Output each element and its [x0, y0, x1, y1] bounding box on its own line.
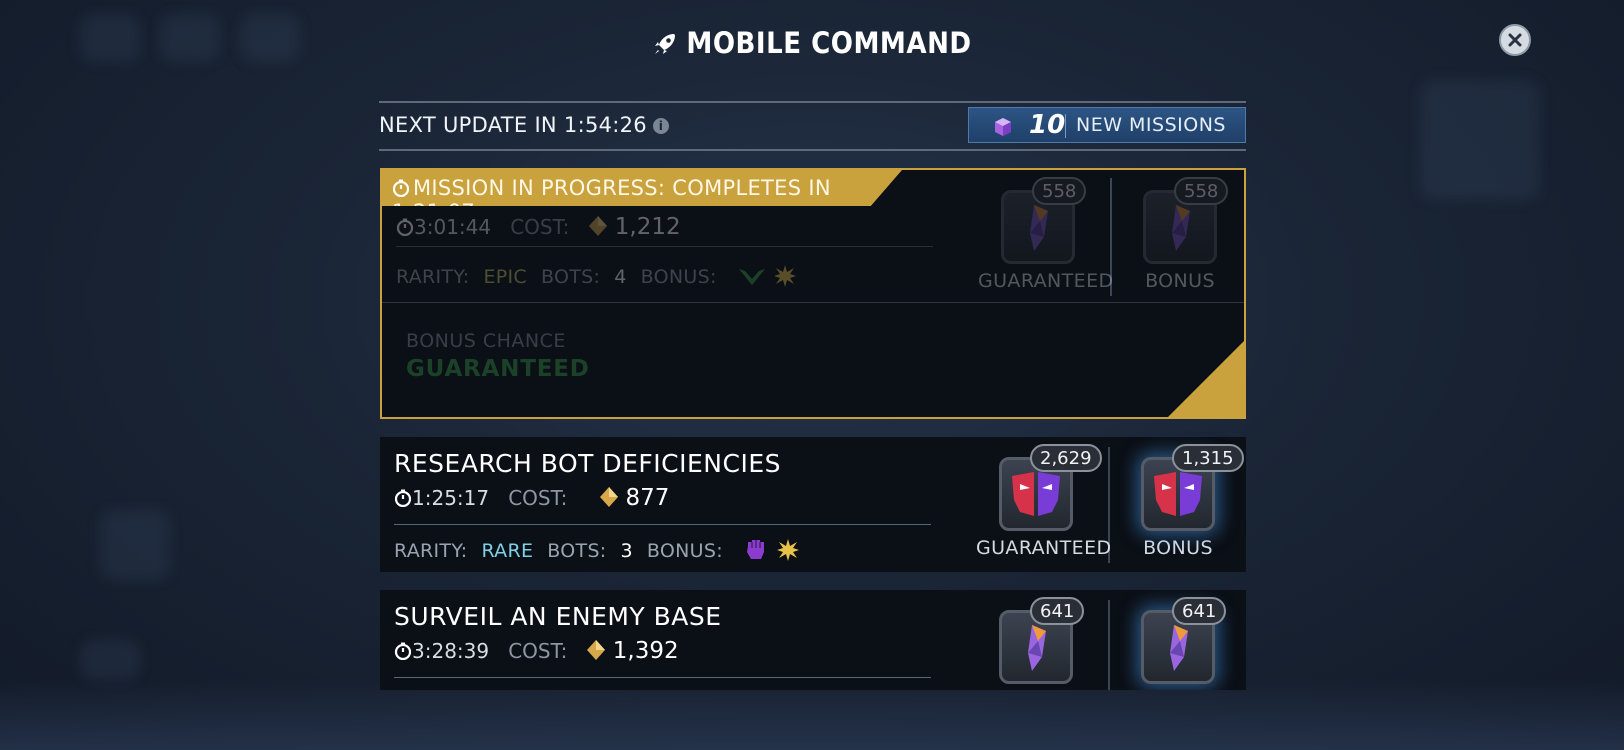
bots-label: BOTS:	[540, 266, 601, 288]
info-icon[interactable]: i	[652, 118, 669, 134]
stopwatch-icon	[394, 642, 412, 661]
cost-label: COST:	[508, 639, 568, 663]
background-blur	[80, 640, 140, 680]
mission-header-bar: NEXT UPDATE IN 1:54:26 i 10 NEW MISSIONS	[379, 101, 1246, 151]
rocket-icon	[655, 34, 676, 54]
close-icon	[1508, 33, 1522, 47]
next-update-timer: NEXT UPDATE IN 1:54:26 i	[379, 113, 669, 137]
bonus-reward[interactable]: 1,315 BONUS	[1118, 444, 1244, 559]
mission-card[interactable]: SURVEIL AN ENEMY BASE 3:28:39 COST: 1,39…	[380, 590, 1246, 690]
new-missions-button[interactable]: 10 NEW MISSIONS	[968, 107, 1246, 143]
active-mission-card[interactable]: MISSION IN PROGRESS: COMPLETES IN 1:21:0…	[380, 168, 1246, 419]
energon-icon	[600, 487, 619, 507]
burst-icon	[774, 265, 797, 287]
burst-icon	[776, 539, 799, 561]
rarity-label: RARITY:	[396, 266, 470, 288]
divider	[396, 246, 933, 247]
energon-icon	[589, 216, 608, 236]
bottom-glow	[0, 680, 1624, 750]
bonus-chance-label: BONUS CHANCE	[406, 330, 566, 352]
reward-separator	[1108, 600, 1110, 690]
fist-icon	[747, 540, 765, 559]
active-mission-stats: 3:01:44 COST: 1,212	[396, 214, 681, 240]
separator	[1065, 114, 1066, 138]
background-blur	[100, 510, 170, 580]
bots-label: BOTS:	[547, 540, 607, 562]
divider	[394, 524, 931, 525]
active-mission-rarity-row: RARITY: EPIC BOTS: 4 BONUS:	[396, 264, 797, 288]
divider	[394, 677, 931, 678]
bonus-reward[interactable]: 558 BONUS	[1120, 177, 1240, 292]
next-update-text: NEXT UPDATE IN 1:54:26	[379, 113, 647, 137]
mission-name: SURVEIL AN ENEMY BASE	[394, 602, 722, 631]
mission-stats: 1:25:17 COST: 877	[394, 485, 669, 511]
bots-value: 3	[620, 540, 633, 562]
mission-duration: 1:25:17	[412, 486, 490, 510]
guaranteed-reward[interactable]: 558 GUARANTEED	[978, 177, 1114, 292]
bots-value: 4	[614, 266, 627, 288]
stopwatch-icon	[394, 489, 412, 508]
reward-count: 2,629	[1030, 444, 1102, 472]
cube-icon	[995, 118, 1011, 136]
mission-progress-banner: MISSION IN PROGRESS: COMPLETES IN 1:21:0…	[382, 170, 902, 206]
energon-icon	[587, 640, 606, 660]
bonus-label: BONUS:	[640, 266, 717, 288]
reward-count: 558	[1174, 177, 1229, 205]
mission-card[interactable]: RESEARCH BOT DEFICIENCIES 1:25:17 COST: …	[380, 437, 1246, 572]
guaranteed-reward[interactable]: 2,629 GUARANTEED	[976, 444, 1112, 559]
mission-cost: 1,212	[614, 214, 681, 240]
screen-title: MOBILE COMMAND	[0, 26, 1624, 60]
divider	[382, 302, 1244, 303]
guaranteed-label: GUARANTEED	[976, 537, 1112, 559]
stopwatch-icon	[392, 179, 410, 198]
reward-count: 1,315	[1172, 444, 1244, 472]
reward-count: 558	[1032, 177, 1087, 205]
mission-duration: 3:01:44	[414, 215, 492, 239]
wings-icon	[739, 269, 765, 285]
screen-title-text: MOBILE COMMAND	[686, 26, 972, 60]
bonus-chance-value: GUARANTEED	[406, 356, 590, 382]
mission-duration: 3:28:39	[412, 639, 490, 663]
background-blur	[1420, 80, 1540, 200]
bonus-reward[interactable]: 641	[1118, 597, 1238, 684]
mission-cost: 877	[625, 485, 670, 511]
guaranteed-label: GUARANTEED	[978, 270, 1114, 292]
new-missions-label: NEW MISSIONS	[1076, 114, 1226, 136]
bonus-label: BONUS	[1143, 537, 1213, 559]
guaranteed-reward[interactable]: 641	[976, 597, 1096, 684]
reward-count: 641	[1030, 597, 1085, 625]
rarity-label: RARITY:	[394, 540, 468, 562]
new-missions-count: 10	[1029, 110, 1066, 140]
mission-name: RESEARCH BOT DEFICIENCIES	[394, 449, 781, 478]
rarity-value: EPIC	[483, 266, 527, 288]
bonus-label: BONUS:	[646, 540, 723, 562]
mission-cost: 1,392	[612, 638, 679, 664]
cost-label: COST:	[508, 486, 568, 510]
rarity-value: RARE	[481, 540, 534, 562]
bonus-label: BONUS	[1145, 270, 1215, 292]
reward-count: 641	[1172, 597, 1227, 625]
mission-rarity-row: RARITY: RARE BOTS: 3 BONUS:	[394, 537, 800, 563]
mission-stats: 3:28:39 COST: 1,392	[394, 638, 679, 664]
close-button[interactable]	[1499, 24, 1531, 56]
corner-accent	[1168, 341, 1244, 417]
cost-label: COST:	[510, 215, 570, 239]
stopwatch-icon	[396, 218, 414, 237]
